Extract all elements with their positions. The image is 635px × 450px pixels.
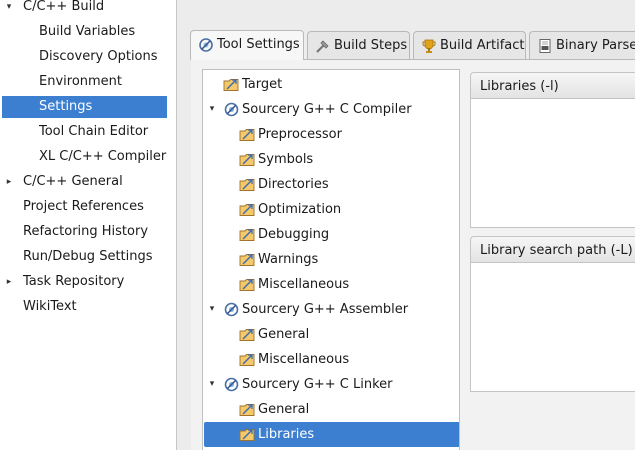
tree-item-directories[interactable]: Directories <box>203 172 459 197</box>
tree-item-label: Miscellaneous <box>258 352 350 367</box>
nav-item-cpp-general[interactable]: ▸ C/C++ General <box>0 171 176 193</box>
nav-item-refactoring-history[interactable]: Refactoring History <box>0 221 176 243</box>
tab-label: Tool Settings <box>217 37 300 52</box>
tree-item-label: Directories <box>258 177 329 192</box>
tree-item-c-compiler[interactable]: ▾ Sourcery G++ C Compiler <box>203 97 459 122</box>
option-folder-icon <box>223 76 240 93</box>
tool-settings-tree: Target ▾ Sourcery G++ C Compiler Preproc… <box>202 69 460 450</box>
tool-settings-icon <box>199 38 213 52</box>
libraries-panel-header: Libraries (-l) <box>470 72 635 99</box>
option-folder-icon <box>239 251 256 268</box>
tree-item-label: Warnings <box>258 252 319 267</box>
tab-tool-settings[interactable]: Tool Settings <box>190 30 304 60</box>
tab-label: Build Artifact <box>440 38 525 53</box>
nav-item-task-repository[interactable]: ▸ Task Repository <box>0 271 176 293</box>
nav-item-label: Project References <box>23 199 144 214</box>
chevron-down-icon[interactable]: ▾ <box>3 0 15 18</box>
nav-divider <box>176 0 177 450</box>
tree-item-assembler[interactable]: ▾ Sourcery G++ Assembler <box>203 297 459 322</box>
tree-item-compiler-miscellaneous[interactable]: Miscellaneous <box>203 272 459 297</box>
nav-item-tool-chain-editor[interactable]: Tool Chain Editor <box>0 121 176 143</box>
tool-icon <box>223 301 240 318</box>
tree-item-warnings[interactable]: Warnings <box>203 247 459 272</box>
nav-item-label: XL C/C++ Compiler <box>39 149 167 164</box>
nav-item-label: Tool Chain Editor <box>39 124 149 139</box>
nav-item-label: C/C++ Build <box>23 0 105 14</box>
tree-item-label: Sourcery G++ C Linker <box>242 377 393 392</box>
chevron-down-icon[interactable]: ▾ <box>206 97 218 122</box>
chevron-right-icon[interactable]: ▸ <box>3 271 15 293</box>
tree-item-label: Optimization <box>258 202 342 217</box>
libraries-panel-title: Libraries (-l) <box>480 79 559 94</box>
option-folder-icon <box>239 176 256 193</box>
nav-item-label: C/C++ General <box>23 174 123 189</box>
tree-item-preprocessor[interactable]: Preprocessor <box>203 122 459 147</box>
nav-item-label: Run/Debug Settings <box>23 249 153 264</box>
option-folder-icon <box>239 126 256 143</box>
tree-item-label: Preprocessor <box>258 127 342 142</box>
tree-item-linker-libraries[interactable]: Libraries <box>204 422 459 447</box>
binary-parser-icon <box>539 39 551 53</box>
tree-item-label: Debugging <box>258 227 330 242</box>
nav-item-cpp-build[interactable]: ▾ C/C++ Build <box>0 0 176 18</box>
option-folder-icon <box>239 326 256 343</box>
tool-icon <box>223 376 240 393</box>
tree-item-label: Target <box>242 77 283 92</box>
chevron-down-icon[interactable]: ▾ <box>206 297 218 322</box>
nav-item-label: Discovery Options <box>39 49 158 64</box>
nav-item-wikitext[interactable]: WikiText <box>0 296 176 318</box>
tree-item-label: General <box>258 402 310 417</box>
build-steps-icon <box>316 40 329 53</box>
tree-item-label: Miscellaneous <box>258 277 350 292</box>
nav-item-label: Refactoring History <box>23 224 149 239</box>
tool-icon <box>223 101 240 118</box>
option-folder-icon <box>239 151 256 168</box>
tree-item-c-linker[interactable]: ▾ Sourcery G++ C Linker <box>203 372 459 397</box>
tree-item-symbols[interactable]: Symbols <box>203 147 459 172</box>
preferences-nav-tree: ▾ C/C++ Build Build Variables Discovery … <box>0 0 176 450</box>
libraries-list[interactable] <box>470 98 635 228</box>
option-folder-icon <box>239 426 256 443</box>
option-folder-icon <box>239 351 256 368</box>
tree-item-target[interactable]: Target <box>203 72 459 97</box>
nav-item-build-variables[interactable]: Build Variables <box>0 21 176 43</box>
tab-binary-parser[interactable]: Binary Parser <box>529 31 635 59</box>
nav-item-label: WikiText <box>23 299 77 314</box>
tree-item-linker-general[interactable]: General <box>203 397 459 422</box>
tab-build-steps[interactable]: Build Steps <box>307 31 410 59</box>
tree-item-label: Libraries <box>258 427 315 442</box>
library-search-path-header: Library search path (-L) <box>470 236 635 263</box>
tab-label: Build Steps <box>334 38 408 53</box>
option-folder-icon <box>239 401 256 418</box>
library-search-path-title: Library search path (-L) <box>480 243 633 258</box>
tree-item-optimization[interactable]: Optimization <box>203 197 459 222</box>
chevron-down-icon[interactable]: ▾ <box>206 372 218 397</box>
nav-item-discovery-options[interactable]: Discovery Options <box>0 46 176 68</box>
nav-item-label: Task Repository <box>23 274 125 289</box>
nav-item-run-debug-settings[interactable]: Run/Debug Settings <box>0 246 176 268</box>
option-folder-icon <box>239 226 256 243</box>
nav-item-project-references[interactable]: Project References <box>0 196 176 218</box>
tree-item-assembler-miscellaneous[interactable]: Miscellaneous <box>203 347 459 372</box>
option-folder-icon <box>239 201 256 218</box>
tree-item-label: Sourcery G++ Assembler <box>242 302 409 317</box>
tree-item-assembler-general[interactable]: General <box>203 322 459 347</box>
tree-item-label: General <box>258 327 310 342</box>
nav-item-label: Environment <box>39 74 123 89</box>
build-artifact-icon <box>422 39 436 53</box>
option-folder-icon <box>239 276 256 293</box>
library-search-path-list[interactable] <box>470 262 635 392</box>
tree-item-label: Symbols <box>258 152 314 167</box>
nav-item-environment[interactable]: Environment <box>0 71 176 93</box>
tree-item-debugging[interactable]: Debugging <box>203 222 459 247</box>
nav-item-settings[interactable]: Settings <box>2 96 167 118</box>
nav-item-label: Settings <box>39 99 93 114</box>
chevron-right-icon[interactable]: ▸ <box>3 171 15 193</box>
tab-build-artifact[interactable]: Build Artifact <box>413 31 526 59</box>
nav-item-label: Build Variables <box>39 24 136 39</box>
tab-label: Binary Parser <box>556 38 635 53</box>
tree-item-label: Sourcery G++ C Compiler <box>242 102 412 117</box>
nav-item-xl-compiler[interactable]: XL C/C++ Compiler <box>0 146 176 168</box>
